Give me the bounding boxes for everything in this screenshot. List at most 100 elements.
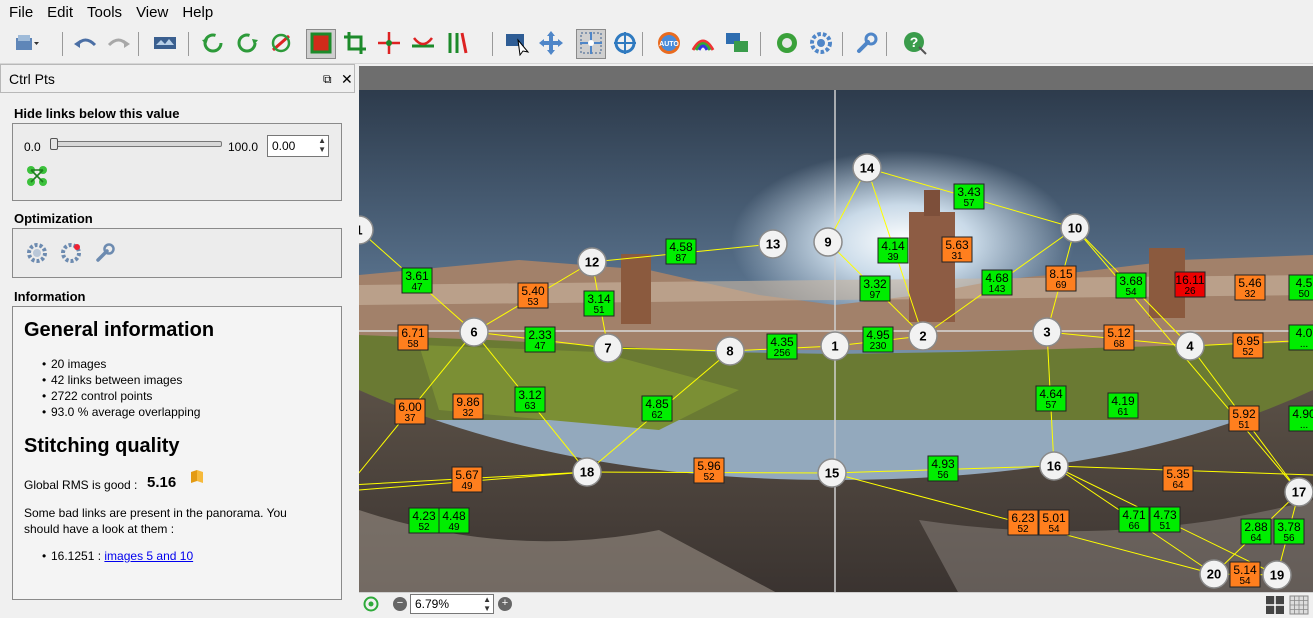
move-button[interactable] <box>536 29 566 59</box>
image-node[interactable]: 13 <box>758 229 788 259</box>
link-rms-label[interactable]: 4.95230 <box>862 326 894 353</box>
link-rms-label[interactable]: 4.1961 <box>1107 392 1139 419</box>
link-rms-label[interactable]: 3.1451 <box>583 290 615 317</box>
image-node[interactable]: 6 <box>459 317 489 347</box>
link-rms-label[interactable]: 5.4632 <box>1234 274 1266 301</box>
grid-layout-icon[interactable] <box>1265 595 1285 615</box>
fit-view-icon[interactable] <box>363 596 379 612</box>
link-rms-label[interactable]: 4.550 <box>1288 274 1313 301</box>
rotate-cw-button[interactable] <box>232 29 262 59</box>
image-node[interactable]: 14 <box>852 153 882 183</box>
move-drag-button[interactable] <box>374 29 404 59</box>
link-rms-label[interactable]: 4.5887 <box>665 238 697 265</box>
control-points-button[interactable] <box>576 29 606 59</box>
image-node[interactable]: 2 <box>908 321 938 351</box>
crop-button[interactable] <box>306 29 336 59</box>
link-rms-label[interactable]: 5.3564 <box>1162 465 1194 492</box>
hide-links-slider[interactable] <box>50 141 222 147</box>
link-rms-label[interactable]: 3.7856 <box>1273 518 1305 545</box>
link-rms-label[interactable]: 4.9356 <box>927 455 959 482</box>
image-node[interactable]: 9 <box>813 227 843 257</box>
redo-button[interactable] <box>104 29 134 59</box>
link-rms-label[interactable]: 5.9652 <box>693 457 725 484</box>
close-panel-icon[interactable]: ✕ <box>341 65 353 93</box>
link-rms-label[interactable]: 4.0... <box>1288 324 1313 351</box>
preview-button[interactable] <box>150 29 180 59</box>
menu-edit[interactable]: Edit <box>40 0 80 26</box>
image-node[interactable]: 7 <box>593 333 623 363</box>
layers-button[interactable] <box>722 29 752 59</box>
open-project-button[interactable] <box>12 29 42 59</box>
link-rms-label[interactable]: 4.90... <box>1288 405 1313 432</box>
image-node[interactable]: 8 <box>715 336 745 366</box>
show-links-icon[interactable] <box>25 164 49 188</box>
rotate-ccw-button[interactable] <box>198 29 228 59</box>
link-rms-label[interactable]: 9.8632 <box>452 393 484 420</box>
control-points-view[interactable]: 3.61 47 6.71 58 5.40 53 4.58 87 3.14 51 2.33 47 4.35… <box>359 66 1313 592</box>
optimize-points-icon[interactable] <box>59 241 83 265</box>
image-node[interactable]: 16 <box>1039 451 1069 481</box>
link-rms-label[interactable]: 5.4053 <box>517 282 549 309</box>
image-node[interactable]: 3 <box>1032 317 1062 347</box>
link-rms-label[interactable]: 5.6331 <box>941 236 973 263</box>
menu-view[interactable]: View <box>129 0 175 26</box>
link-rms-label[interactable]: 3.1263 <box>514 386 546 413</box>
image-node[interactable]: 1 <box>820 331 850 361</box>
link-rms-label[interactable]: 6.0037 <box>394 398 426 425</box>
menu-tools[interactable]: Tools <box>80 0 129 26</box>
zoom-spin-icon[interactable]: ▲ ▼ <box>483 595 491 613</box>
link-rms-label[interactable]: 4.1439 <box>877 237 909 264</box>
link-rms-label[interactable]: 4.6457 <box>1035 385 1067 412</box>
image-node[interactable]: 19 <box>1262 560 1292 590</box>
link-rms-label[interactable]: 4.8562 <box>641 395 673 422</box>
image-node[interactable]: 12 <box>577 247 607 277</box>
link-rms-label[interactable]: 5.6749 <box>451 466 483 493</box>
image-node[interactable]: 18 <box>572 457 602 487</box>
image-node[interactable]: 15 <box>817 458 847 488</box>
link-rms-label[interactable]: 4.7166 <box>1118 506 1150 533</box>
horizon-button[interactable] <box>408 29 438 59</box>
help-button[interactable]: ? <box>900 29 930 59</box>
undo-button[interactable] <box>70 29 100 59</box>
optimize-gear-icon[interactable] <box>25 241 49 265</box>
auto-button[interactable]: AUTO <box>654 29 684 59</box>
link-rms-label[interactable]: 5.1454 <box>1229 561 1261 588</box>
link-rms-label[interactable]: 5.0154 <box>1038 509 1070 536</box>
slider-handle[interactable] <box>50 138 58 150</box>
bad-link-link[interactable]: images 5 and 10 <box>104 549 193 563</box>
link-rms-label[interactable]: 4.68143 <box>981 269 1013 296</box>
link-rms-label[interactable]: 4.2352 <box>408 507 440 534</box>
link-rms-label[interactable]: 3.3297 <box>859 275 891 302</box>
link-rms-label[interactable]: 5.1268 <box>1103 324 1135 351</box>
link-rms-label[interactable]: 3.4357 <box>953 183 985 210</box>
zoom-input[interactable]: 6.79% ▲ ▼ <box>410 594 494 614</box>
link-rms-label[interactable]: 4.7351 <box>1149 506 1181 533</box>
menu-file[interactable]: File <box>2 0 40 26</box>
image-node[interactable]: 10 <box>1060 213 1090 243</box>
spin-arrows-icon[interactable]: ▲ ▼ <box>318 136 326 154</box>
zoom-out-icon[interactable]: − <box>393 597 407 611</box>
link-rms-label[interactable]: 2.8864 <box>1240 518 1272 545</box>
crop-frame-button[interactable] <box>340 29 370 59</box>
link-rms-label[interactable]: 6.2352 <box>1007 509 1039 536</box>
float-panel-icon[interactable]: ⧉ <box>323 65 332 93</box>
optimize-wrench-icon[interactable] <box>93 241 117 265</box>
link-rms-label[interactable]: 4.35256 <box>766 333 798 360</box>
optimize-button[interactable] <box>772 29 802 59</box>
straighten-button[interactable] <box>266 29 296 59</box>
link-rms-label[interactable]: 4.4849 <box>438 507 470 534</box>
link-rms-label[interactable]: 6.7158 <box>397 324 429 351</box>
link-rms-label[interactable]: 2.3347 <box>524 326 556 353</box>
vertical-lines-button[interactable] <box>442 29 472 59</box>
select-images-button[interactable] <box>502 29 532 59</box>
color-button[interactable] <box>688 29 718 59</box>
panorama-image[interactable]: 3.61476.71585.40534.58873.14512.3347 4.35… <box>359 90 1313 592</box>
grid-fine-icon[interactable] <box>1289 595 1309 615</box>
link-rms-label[interactable]: 16.1126 <box>1174 271 1206 298</box>
link-rms-label[interactable]: 8.1569 <box>1045 265 1077 292</box>
hide-links-value-input[interactable]: 0.00 ▲ ▼ <box>267 135 329 157</box>
link-rms-label[interactable]: 6.9552 <box>1232 332 1264 359</box>
menu-help[interactable]: Help <box>175 0 220 26</box>
link-rms-label[interactable]: 5.9251 <box>1228 405 1260 432</box>
image-node[interactable]: 20 <box>1199 559 1229 589</box>
